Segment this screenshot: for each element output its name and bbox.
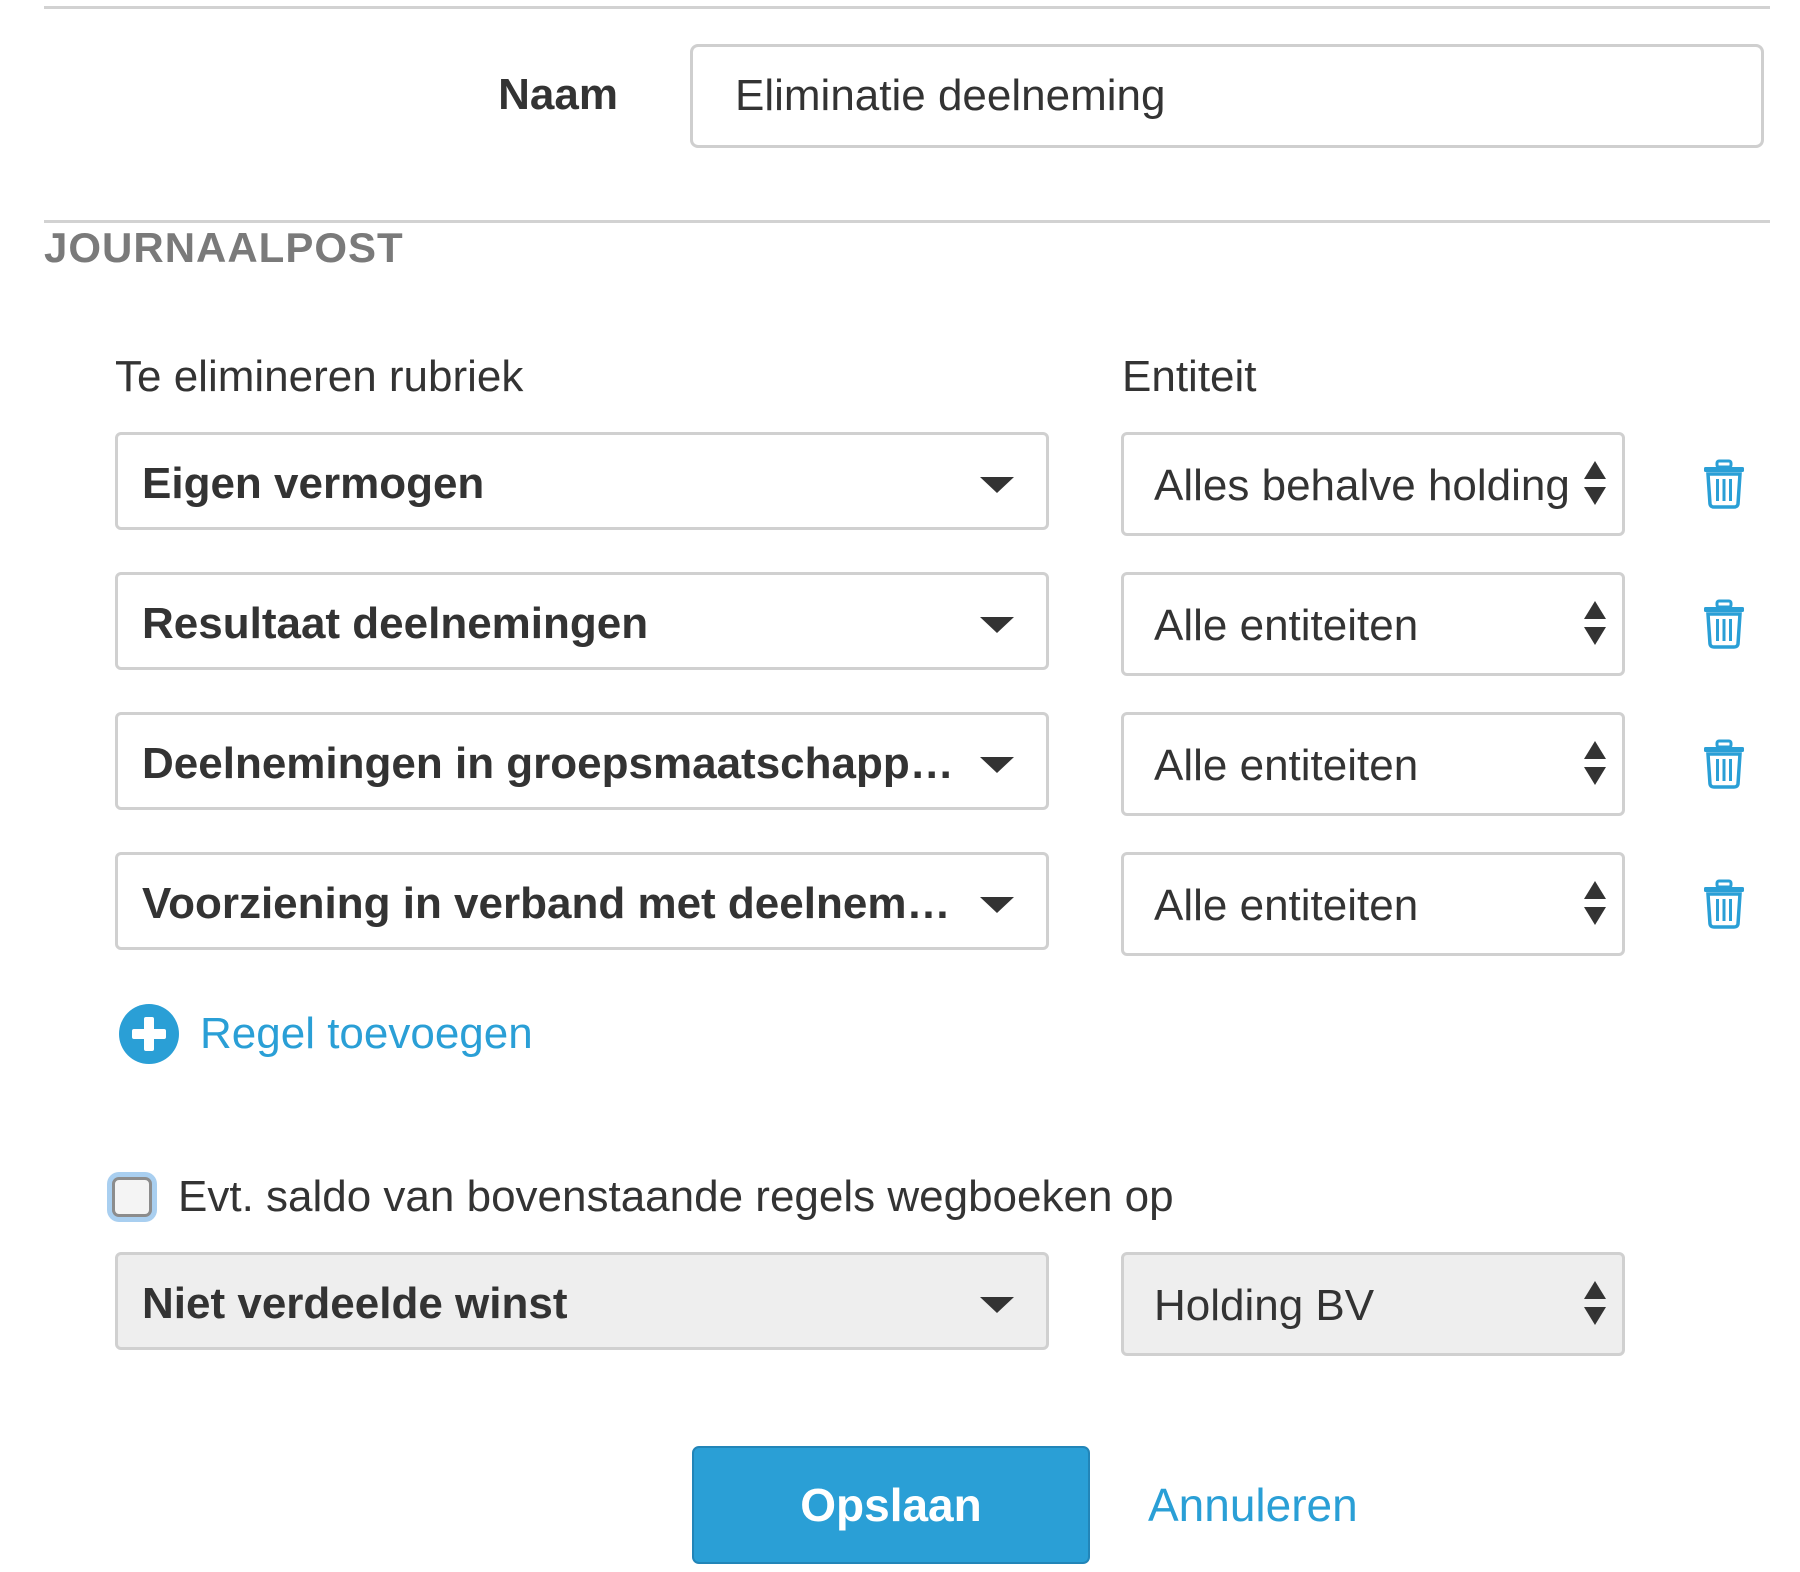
updown-arrows-icon bbox=[1584, 601, 1606, 649]
journal-line: Resultaat deelnemingen Alle entiteiten bbox=[0, 572, 1800, 712]
updown-arrows-icon bbox=[1584, 1281, 1606, 1329]
caret-down-icon bbox=[980, 757, 1014, 773]
section-divider bbox=[44, 220, 1770, 223]
trash-icon[interactable] bbox=[1702, 599, 1746, 649]
entiteit-value: Alle entiteiten bbox=[1154, 881, 1419, 930]
balance-checkbox[interactable] bbox=[112, 1177, 152, 1217]
balance-line: Niet verdeelde winst Holding BV bbox=[0, 1252, 1800, 1362]
entiteit-select[interactable]: Alle entiteiten bbox=[1121, 852, 1625, 956]
balance-entiteit-select[interactable]: Holding BV bbox=[1121, 1252, 1625, 1356]
updown-arrows-icon bbox=[1584, 741, 1606, 789]
naam-input[interactable] bbox=[690, 44, 1764, 148]
add-line-label: Regel toevoegen bbox=[200, 1009, 533, 1058]
column-label-rubriek: Te elimineren rubriek bbox=[115, 352, 524, 401]
entiteit-select[interactable]: Alle entiteiten bbox=[1121, 712, 1625, 816]
trash-icon[interactable] bbox=[1702, 739, 1746, 789]
top-divider bbox=[44, 6, 1770, 9]
journal-line: Eigen vermogen Alles behalve holding bbox=[0, 432, 1800, 572]
entiteit-select[interactable]: Alles behalve holding bbox=[1121, 432, 1625, 536]
journal-lines: Eigen vermogen Alles behalve holding Res… bbox=[0, 432, 1800, 992]
rubriek-value: Deelnemingen in groepsmaatschappijen bbox=[142, 739, 956, 788]
naam-label: Naam bbox=[498, 70, 618, 119]
entiteit-value: Alles behalve holding bbox=[1154, 461, 1570, 510]
trash-icon[interactable] bbox=[1702, 459, 1746, 509]
save-button[interactable]: Opslaan bbox=[692, 1446, 1090, 1564]
updown-arrows-icon bbox=[1584, 881, 1606, 929]
rubriek-value: Resultaat deelnemingen bbox=[142, 599, 649, 648]
balance-entiteit-value: Holding BV bbox=[1154, 1281, 1375, 1330]
caret-down-icon bbox=[980, 617, 1014, 633]
rubriek-select[interactable]: Deelnemingen in groepsmaatschappijen bbox=[115, 712, 1049, 810]
journal-line: Deelnemingen in groepsmaatschappijen All… bbox=[0, 712, 1800, 852]
caret-down-icon bbox=[980, 897, 1014, 913]
balance-rubriek-select[interactable]: Niet verdeelde winst bbox=[115, 1252, 1049, 1350]
rubriek-value: Eigen vermogen bbox=[142, 459, 485, 508]
section-title: JOURNAALPOST bbox=[44, 224, 404, 271]
balance-checkbox-label: Evt. saldo van bovenstaande regels wegbo… bbox=[178, 1172, 1174, 1221]
trash-icon[interactable] bbox=[1702, 879, 1746, 929]
entiteit-value: Alle entiteiten bbox=[1154, 741, 1419, 790]
rubriek-select[interactable]: Eigen vermogen bbox=[115, 432, 1049, 530]
journal-line: Voorziening in verband met deelnemingen … bbox=[0, 852, 1800, 992]
rubriek-value: Voorziening in verband met deelnemingen bbox=[142, 879, 956, 928]
column-label-entiteit: Entiteit bbox=[1122, 352, 1257, 401]
rubriek-select[interactable]: Voorziening in verband met deelnemingen bbox=[115, 852, 1049, 950]
add-line-button[interactable]: Regel toevoegen bbox=[118, 1002, 533, 1066]
caret-down-icon bbox=[980, 1297, 1014, 1313]
cancel-link[interactable]: Annuleren bbox=[1148, 1478, 1358, 1532]
caret-down-icon bbox=[980, 477, 1014, 493]
plus-circle-icon bbox=[119, 1004, 179, 1064]
rubriek-select[interactable]: Resultaat deelnemingen bbox=[115, 572, 1049, 670]
balance-checkbox-row: Evt. saldo van bovenstaande regels wegbo… bbox=[112, 1172, 1174, 1222]
entiteit-select[interactable]: Alle entiteiten bbox=[1121, 572, 1625, 676]
updown-arrows-icon bbox=[1584, 461, 1606, 509]
balance-rubriek-value: Niet verdeelde winst bbox=[142, 1279, 568, 1328]
entiteit-value: Alle entiteiten bbox=[1154, 601, 1419, 650]
